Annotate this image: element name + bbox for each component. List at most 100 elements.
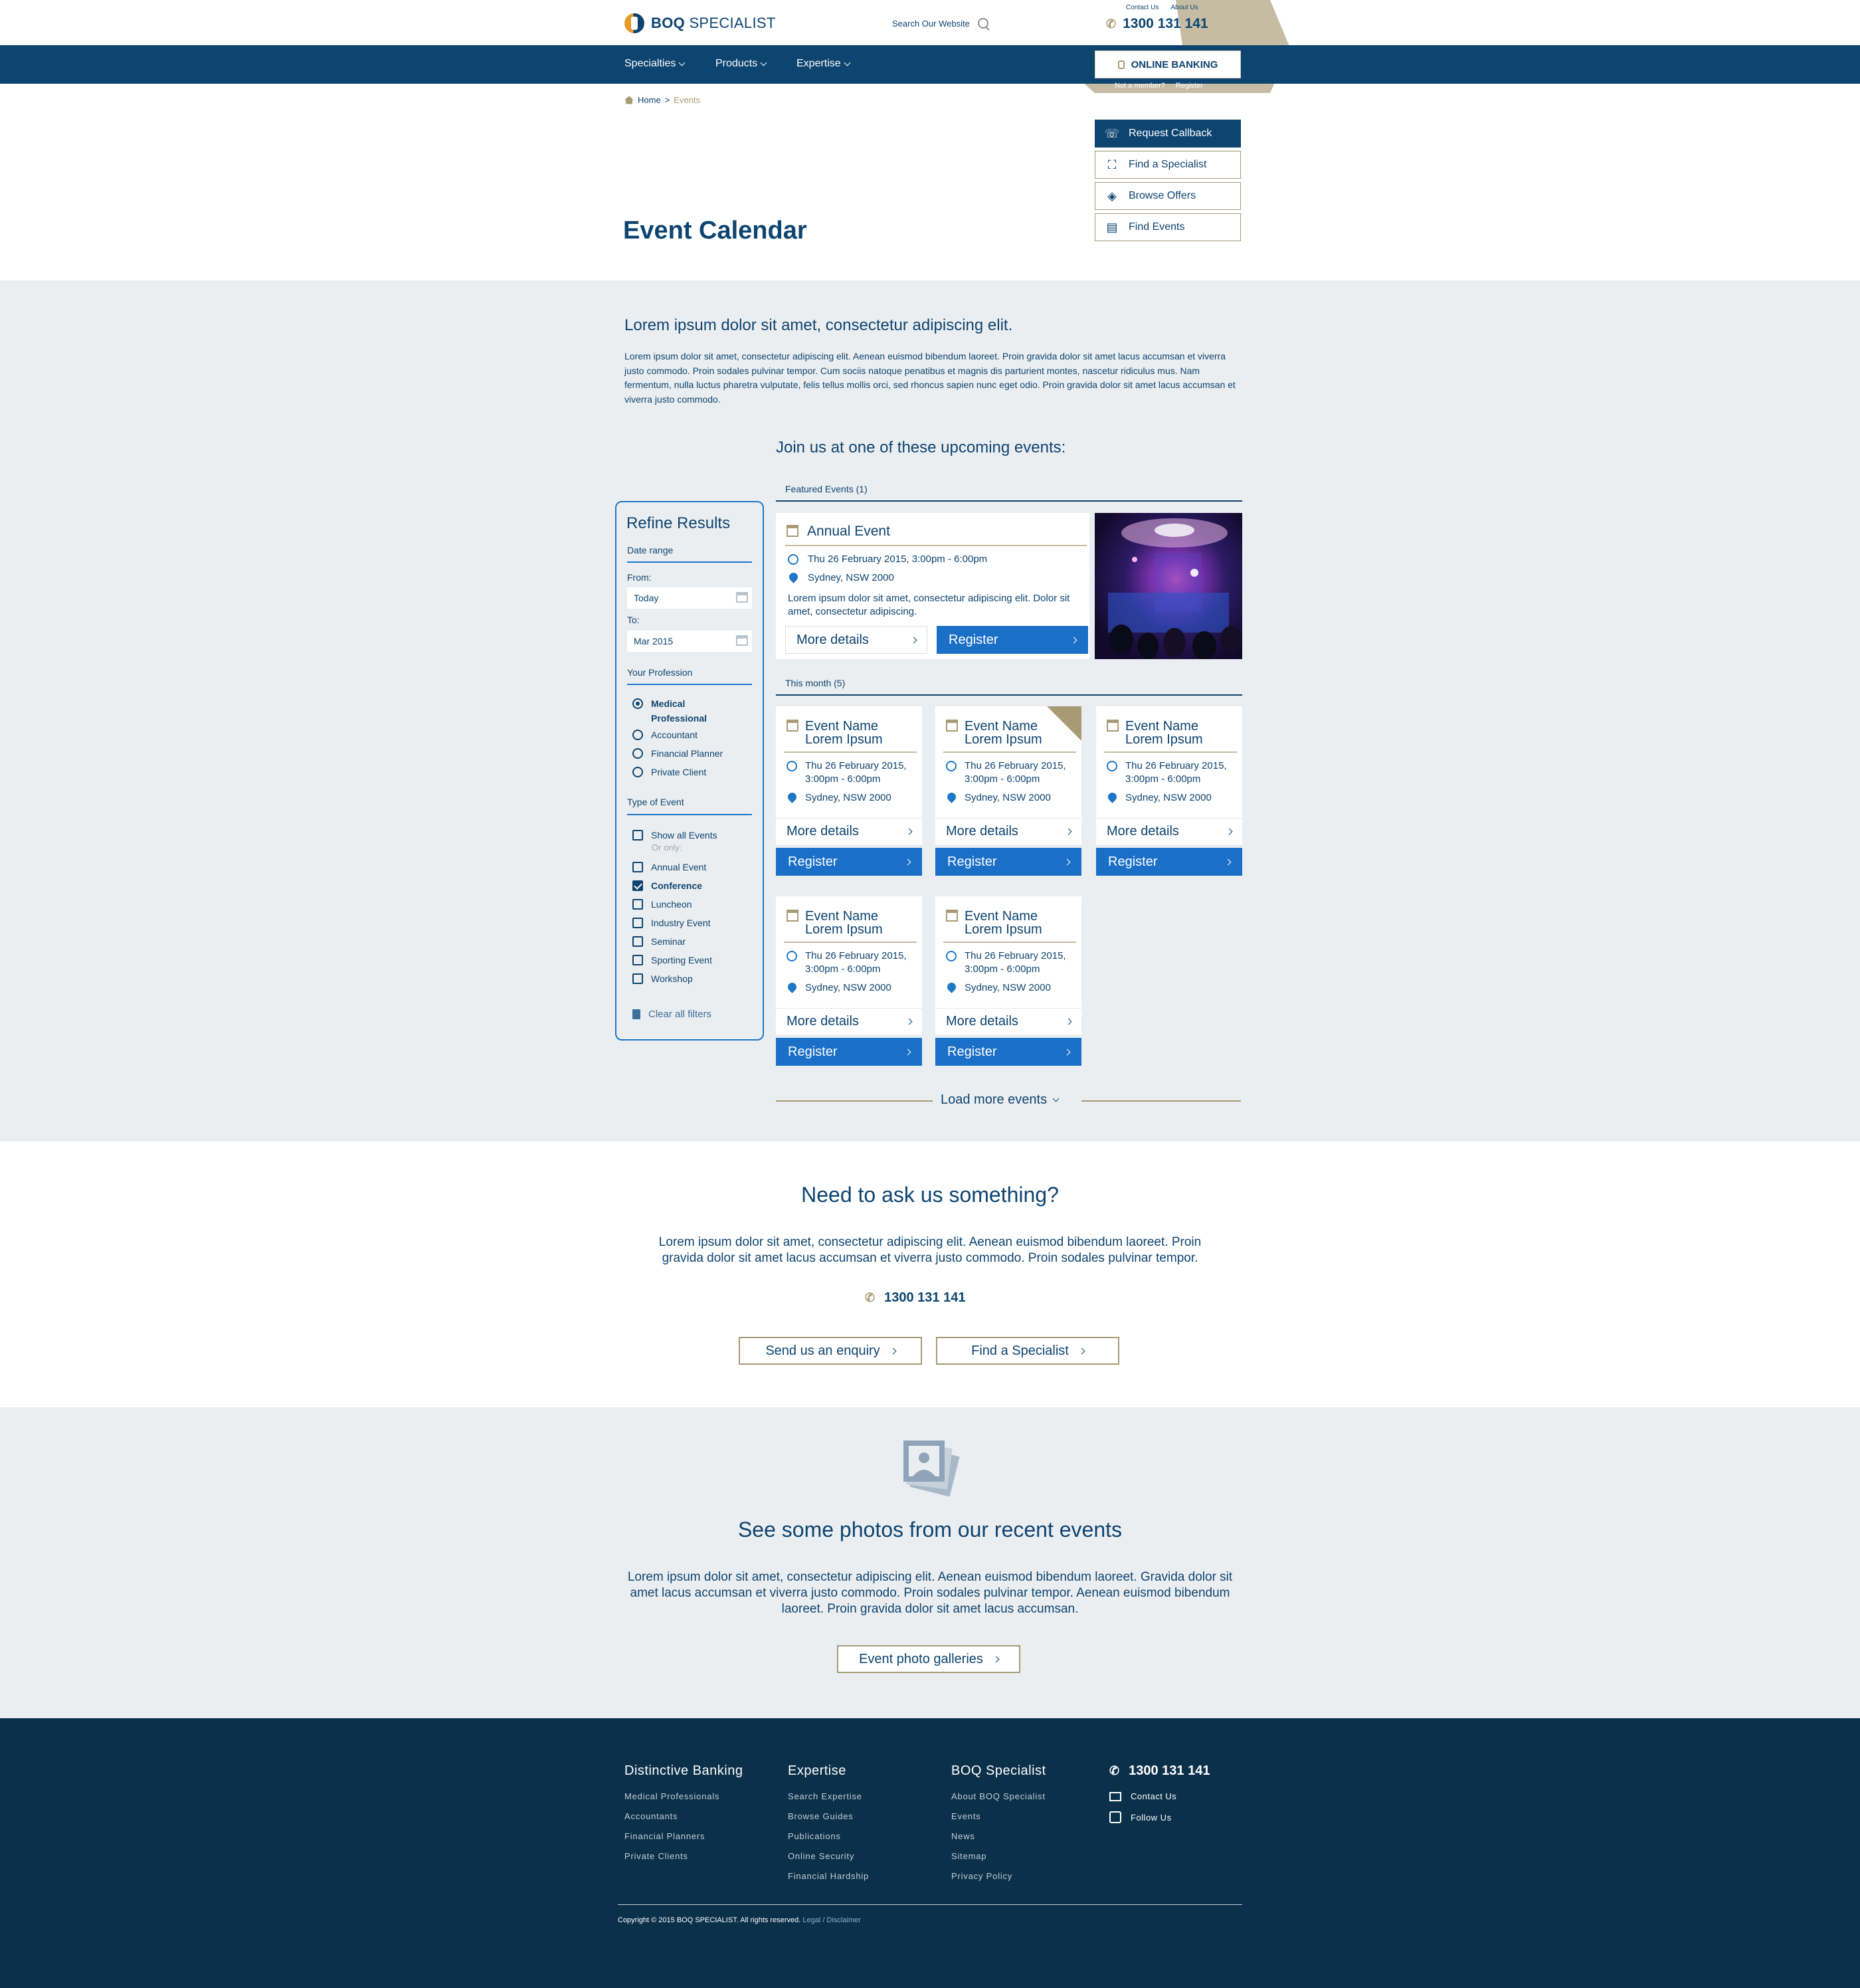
- register-button[interactable]: Register: [1096, 848, 1242, 876]
- footer-link[interactable]: Browse Guides: [788, 1811, 854, 1821]
- to-date-field[interactable]: Mar 2015: [627, 631, 752, 652]
- site-search[interactable]: Search Our Website: [892, 18, 988, 29]
- photo-galleries-button[interactable]: Event photo galleries: [837, 1645, 1020, 1673]
- checkbox[interactable]: [632, 899, 643, 910]
- more-details-button[interactable]: More details: [776, 1008, 922, 1035]
- checkbox[interactable]: [632, 936, 643, 947]
- ask-phone[interactable]: ✆ 1300 131 141: [865, 1290, 965, 1306]
- type-workshop[interactable]: Workshop: [632, 973, 693, 984]
- footer-link[interactable]: Private Clients: [624, 1851, 688, 1861]
- radio[interactable]: [632, 748, 643, 759]
- footer-link[interactable]: Financial Hardship: [788, 1871, 869, 1881]
- breadcrumb-home[interactable]: Home: [638, 95, 661, 105]
- header-phone[interactable]: ✆ 1300 131 141: [1106, 16, 1208, 32]
- more-details-button[interactable]: More details: [935, 818, 1081, 845]
- featured-event-title: Annual Event: [807, 524, 890, 539]
- chevron-right-icon: [1064, 1048, 1071, 1055]
- phone-icon: ✆: [1106, 17, 1117, 31]
- clock-icon: [946, 761, 957, 771]
- more-details-button[interactable]: More details: [776, 818, 922, 845]
- search-icon[interactable]: [977, 18, 988, 29]
- type-conference[interactable]: Conference: [632, 880, 702, 891]
- checkbox[interactable]: [632, 918, 643, 928]
- load-more-button[interactable]: Load more events: [941, 1092, 1060, 1108]
- checkbox[interactable]: [632, 973, 643, 984]
- calendar-icon[interactable]: [736, 592, 748, 603]
- join-heading: Join us at one of these upcoming events:: [776, 439, 1066, 456]
- nav-specialties[interactable]: Specialties: [624, 58, 686, 70]
- event-title: Event Name Lorem Ipsum: [965, 909, 1042, 937]
- footer-link[interactable]: Medical Professionals: [624, 1791, 719, 1801]
- register-button[interactable]: Register: [935, 848, 1081, 876]
- footer-link[interactable]: Financial Planners: [624, 1831, 705, 1841]
- footer-link[interactable]: Events: [951, 1811, 981, 1821]
- footer-link[interactable]: About BOQ Specialist: [951, 1791, 1046, 1801]
- linkedin-icon: [1109, 1811, 1121, 1823]
- radio[interactable]: [632, 767, 643, 777]
- events-section: [0, 280, 1860, 1142]
- footer-col2-title: Expertise: [788, 1763, 846, 1778]
- featured-heading: Featured Events (1): [785, 484, 868, 494]
- find-events-button[interactable]: ▤ Find Events: [1095, 213, 1241, 241]
- profession-medical[interactable]: Medical Professional: [632, 696, 724, 726]
- featured-event-date: Thu 26 February 2015, 3:00pm - 6:00pm: [808, 553, 988, 565]
- about-us-link[interactable]: About Us: [1170, 4, 1198, 11]
- event-location: Sydney, NSW 2000: [805, 982, 891, 993]
- event-location: Sydney, NSW 2000: [965, 982, 1051, 993]
- footer-link[interactable]: Search Expertise: [788, 1791, 862, 1801]
- calendar-icon[interactable]: [736, 635, 748, 646]
- checkbox-checked[interactable]: [632, 880, 643, 891]
- more-details-button[interactable]: More details: [935, 1008, 1081, 1035]
- send-enquiry-button[interactable]: Send us an enquiry: [739, 1337, 922, 1365]
- nav-products[interactable]: Products: [715, 58, 767, 70]
- register-link[interactable]: Register: [1176, 82, 1203, 90]
- logo[interactable]: BOQ SPECIALIST: [624, 13, 776, 33]
- footer-link[interactable]: Sitemap: [951, 1851, 986, 1861]
- footer-link[interactable]: Publications: [788, 1831, 841, 1841]
- contact-us-link[interactable]: Contact Us: [1126, 4, 1159, 11]
- type-show-all[interactable]: Show all Events: [632, 830, 717, 841]
- clear-filters-link[interactable]: Clear all filters: [632, 1009, 711, 1020]
- type-sporting-event[interactable]: Sporting Event: [632, 955, 712, 965]
- online-banking-button[interactable]: ONLINE BANKING: [1095, 50, 1241, 78]
- register-button[interactable]: Register: [935, 1038, 1081, 1066]
- footer-link[interactable]: Online Security: [788, 1851, 854, 1861]
- type-seminar[interactable]: Seminar: [632, 936, 686, 947]
- divider: [776, 694, 1242, 696]
- type-industry-event[interactable]: Industry Event: [632, 918, 711, 928]
- profession-financial-planner[interactable]: Financial Planner: [632, 748, 723, 759]
- chevron-right-icon: [905, 1018, 913, 1025]
- chevron-right-icon: [1070, 637, 1077, 643]
- footer-link[interactable]: Privacy Policy: [951, 1871, 1012, 1881]
- type-luncheon[interactable]: Luncheon: [632, 899, 692, 910]
- find-specialist-button[interactable]: ⛶ Find a Specialist: [1095, 151, 1241, 179]
- more-details-button[interactable]: More details: [1096, 818, 1242, 845]
- footer-link[interactable]: Accountants: [624, 1811, 678, 1821]
- radio-selected[interactable]: [632, 698, 643, 709]
- divider: [784, 751, 917, 753]
- request-callback-button[interactable]: ☏ Request Callback: [1095, 120, 1241, 148]
- footer-phone[interactable]: ✆ 1300 131 141: [1109, 1763, 1210, 1779]
- checkbox[interactable]: [632, 862, 643, 872]
- legal-link[interactable]: Legal / Disclaimer: [802, 1916, 860, 1924]
- radio[interactable]: [632, 730, 643, 740]
- featured-more-details-button[interactable]: More details: [785, 626, 927, 654]
- divider: [627, 814, 752, 815]
- register-button[interactable]: Register: [776, 1038, 922, 1066]
- featured-register-button[interactable]: Register: [937, 626, 1088, 654]
- type-annual-event[interactable]: Annual Event: [632, 862, 706, 872]
- checkbox[interactable]: [632, 955, 643, 965]
- nav-expertise[interactable]: Expertise: [796, 58, 851, 70]
- footer-contact-link[interactable]: Contact Us: [1109, 1791, 1176, 1801]
- event-photo-image: [1108, 518, 1242, 659]
- register-button[interactable]: Register: [776, 848, 922, 876]
- profession-private-client[interactable]: Private Client: [632, 767, 706, 777]
- from-date-field[interactable]: Today: [627, 587, 752, 609]
- checkbox[interactable]: [632, 830, 643, 841]
- browse-offers-button[interactable]: ◈ Browse Offers: [1095, 182, 1241, 210]
- footer-link[interactable]: News: [951, 1831, 975, 1841]
- find-specialist-link-button[interactable]: Find a Specialist: [936, 1337, 1119, 1365]
- divider: [785, 545, 1087, 546]
- footer-follow-link[interactable]: Follow Us: [1109, 1811, 1172, 1823]
- profession-accountant[interactable]: Accountant: [632, 730, 698, 740]
